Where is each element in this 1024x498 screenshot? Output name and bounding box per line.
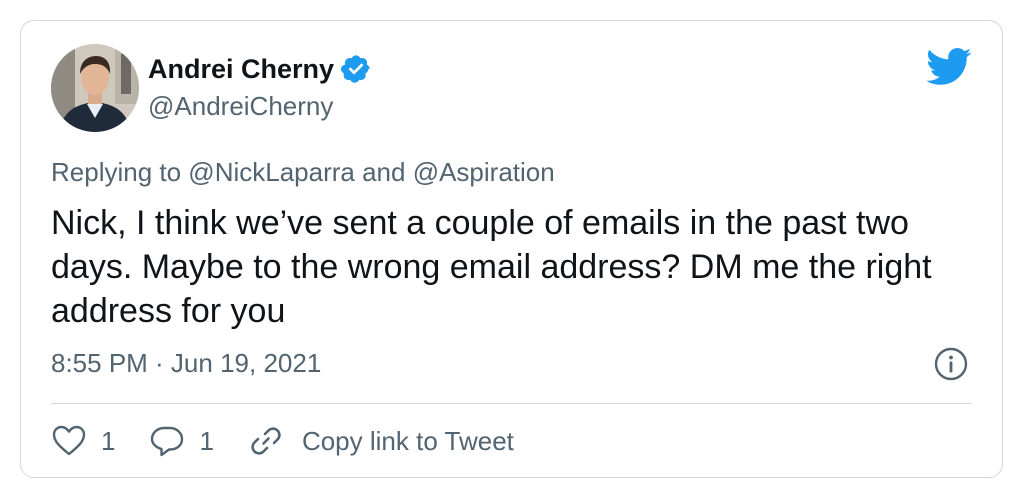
link-icon bbox=[251, 427, 281, 455]
heart-icon bbox=[52, 425, 86, 456]
like-button[interactable]: 1 bbox=[51, 423, 115, 459]
author-name-row: Andrei Cherny bbox=[148, 51, 372, 87]
like-count: 1 bbox=[101, 425, 116, 456]
copy-link-button[interactable]: Copy link to Tweet bbox=[248, 423, 514, 459]
replying-to[interactable]: Replying to @NickLaparra and @Aspiration bbox=[51, 157, 555, 188]
reply-count: 1 bbox=[199, 425, 214, 456]
copy-link-label: Copy link to Tweet bbox=[301, 425, 514, 456]
info-icon[interactable] bbox=[934, 347, 968, 381]
profile-photo bbox=[51, 44, 139, 132]
reply-button[interactable]: 1 bbox=[149, 423, 214, 459]
twitter-bird-icon[interactable] bbox=[926, 47, 972, 87]
reply-bubble-icon bbox=[151, 426, 184, 457]
tweet-timestamp[interactable]: 8:55 PM · Jun 19, 2021 bbox=[51, 348, 321, 379]
verified-badge-icon bbox=[340, 53, 372, 85]
display-name[interactable]: Andrei Cherny bbox=[148, 54, 334, 85]
avatar[interactable] bbox=[51, 44, 139, 132]
author-handle[interactable]: @AndreiCherny bbox=[148, 91, 333, 122]
tweet-card[interactable]: Andrei Cherny @AndreiCherny Replying to … bbox=[20, 20, 1003, 478]
tweet-text: Nick, I think we’ve sent a couple of ema… bbox=[51, 204, 932, 330]
divider bbox=[51, 403, 972, 404]
tweet-actions: 1 1 Copy link to Tweet bbox=[51, 421, 514, 461]
